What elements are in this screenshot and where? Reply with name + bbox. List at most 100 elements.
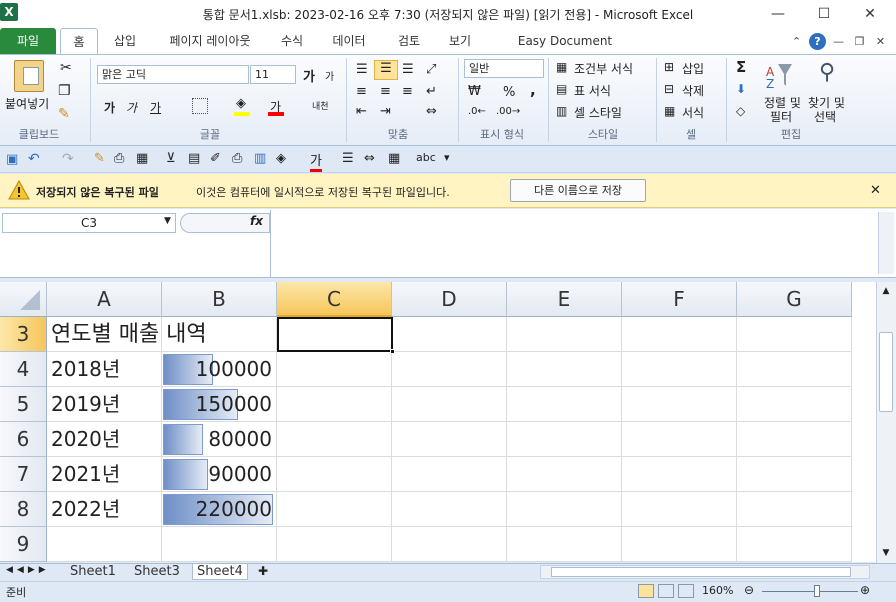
column-header-e[interactable]: E bbox=[507, 282, 622, 317]
merge-qat-icon[interactable]: ⇔ bbox=[364, 151, 375, 166]
cell-g7[interactable] bbox=[737, 457, 852, 492]
column-header-d[interactable]: D bbox=[392, 282, 507, 317]
column-header-g[interactable]: G bbox=[737, 282, 852, 317]
cell-d9[interactable] bbox=[392, 527, 507, 562]
filter-icon[interactable]: ⊻ bbox=[166, 151, 176, 166]
formula-bar-scroll[interactable] bbox=[878, 212, 894, 274]
scroll-up-icon[interactable]: ▲ bbox=[879, 286, 893, 296]
page-layout-view-icon[interactable] bbox=[658, 584, 674, 598]
sheet-tab-sheet4[interactable]: Sheet4 bbox=[192, 564, 248, 580]
cell-g8[interactable] bbox=[737, 492, 852, 527]
align-left-icon[interactable]: ≡ bbox=[356, 84, 367, 99]
doc-minimize-icon[interactable]: — bbox=[830, 33, 847, 50]
cell-f9[interactable] bbox=[622, 527, 737, 562]
insert-cells-button[interactable]: 삽입 bbox=[682, 60, 704, 77]
cell-a9[interactable] bbox=[47, 527, 162, 562]
fill-icon[interactable]: ⬇ bbox=[736, 82, 746, 96]
cell-e7[interactable] bbox=[507, 457, 622, 492]
zoom-slider-thumb[interactable] bbox=[814, 585, 820, 597]
shrink-font-button[interactable]: 가 bbox=[325, 68, 334, 83]
cell-b7[interactable]: 90000 bbox=[162, 457, 277, 492]
cell-c7[interactable] bbox=[277, 457, 392, 492]
tab-file[interactable]: 파일 bbox=[0, 28, 56, 54]
vertical-scrollbar[interactable]: ▲ ▼ bbox=[876, 282, 896, 563]
scroll-down-icon[interactable]: ▼ bbox=[879, 548, 893, 558]
form-icon[interactable]: ▤ bbox=[188, 151, 200, 166]
format-painter-icon[interactable]: ✎ bbox=[58, 106, 70, 122]
grow-font-button[interactable]: 가 bbox=[303, 66, 315, 85]
cell-e4[interactable] bbox=[507, 352, 622, 387]
delete-cells-icon[interactable]: ⊟ bbox=[664, 82, 674, 96]
save-icon[interactable]: ▣ bbox=[6, 152, 18, 167]
fill-color-qat-icon[interactable]: ◈ bbox=[276, 151, 286, 166]
format-as-table-button[interactable]: 표 서식 bbox=[574, 82, 611, 99]
increase-indent-icon[interactable]: ⇥ bbox=[380, 104, 391, 119]
close-button[interactable]: ✕ bbox=[848, 0, 892, 28]
cell-f5[interactable] bbox=[622, 387, 737, 422]
increase-decimal-icon[interactable]: .0← bbox=[468, 106, 486, 117]
active-cell-border[interactable] bbox=[277, 317, 393, 352]
collapse-ribbon-icon[interactable]: ⌃ bbox=[788, 33, 805, 50]
comma-button[interactable]: , bbox=[530, 81, 536, 99]
cell-g9[interactable] bbox=[737, 527, 852, 562]
conditional-format-icon[interactable]: ▦ bbox=[556, 60, 567, 74]
name-box[interactable]: C3 bbox=[2, 213, 176, 233]
format-painter-qat-icon[interactable]: ✎ bbox=[94, 151, 105, 166]
border-icon[interactable] bbox=[192, 98, 208, 114]
zoom-in-icon[interactable]: ⊕ bbox=[860, 583, 870, 597]
sheet-tab-sheet1[interactable]: Sheet1 bbox=[66, 564, 120, 580]
minimize-button[interactable]: — bbox=[756, 0, 800, 28]
paste-icon[interactable] bbox=[14, 60, 44, 92]
book-icon[interactable]: ▥ bbox=[254, 151, 266, 166]
cell-d5[interactable] bbox=[392, 387, 507, 422]
cell-f7[interactable] bbox=[622, 457, 737, 492]
horizontal-scroll-thumb[interactable] bbox=[551, 567, 851, 577]
cell-g3[interactable] bbox=[737, 317, 852, 352]
row-header-7[interactable]: 7 bbox=[0, 457, 47, 492]
phonetic-guide-button[interactable]: 내천 bbox=[312, 99, 329, 112]
cell-a7[interactable]: 2021년 bbox=[47, 457, 162, 492]
maximize-button[interactable]: ☐ bbox=[802, 0, 846, 28]
font-color-qat-icon[interactable]: 가 bbox=[310, 150, 322, 172]
column-header-a[interactable]: A bbox=[47, 282, 162, 317]
strikethrough-icon[interactable]: abc bbox=[416, 151, 436, 164]
message-close-icon[interactable]: ✕ bbox=[870, 183, 881, 198]
decrease-decimal-icon[interactable]: .00→ bbox=[496, 106, 520, 117]
row-header-5[interactable]: 5 bbox=[0, 387, 47, 422]
cell-b6[interactable]: 80000 bbox=[162, 422, 277, 457]
print-preview-icon[interactable]: ⎙ bbox=[114, 151, 124, 166]
column-header-c[interactable]: C bbox=[277, 282, 392, 317]
cell-e6[interactable] bbox=[507, 422, 622, 457]
tab-home[interactable]: 홈 bbox=[60, 28, 98, 54]
cell-d4[interactable] bbox=[392, 352, 507, 387]
sheet-tab-sheet3[interactable]: Sheet3 bbox=[130, 564, 184, 580]
cell-g6[interactable] bbox=[737, 422, 852, 457]
align-middle-icon[interactable]: ☰ bbox=[374, 60, 398, 80]
decrease-indent-icon[interactable]: ⇤ bbox=[356, 104, 367, 119]
merge-center-icon[interactable]: ⇔ bbox=[426, 104, 437, 119]
italic-button[interactable]: 가 bbox=[126, 99, 137, 116]
font-size-combo[interactable]: 11 bbox=[250, 65, 296, 84]
sheet-nav-icons[interactable]: ◀◀▶▶ bbox=[6, 565, 50, 575]
horizontal-scrollbar[interactable] bbox=[540, 565, 870, 579]
cell-d3[interactable] bbox=[392, 317, 507, 352]
align-top-icon[interactable]: ☰ bbox=[356, 62, 368, 77]
format-cells-icon[interactable]: ▦ bbox=[664, 104, 675, 118]
clear-icon[interactable]: ◇ bbox=[736, 104, 745, 118]
customize-qat-icon[interactable]: ▾ bbox=[444, 151, 450, 164]
zoom-level[interactable]: 160% bbox=[702, 584, 733, 597]
borders-qat-icon[interactable]: ▦ bbox=[388, 151, 400, 166]
cell-b9[interactable] bbox=[162, 527, 277, 562]
cell-f4[interactable] bbox=[622, 352, 737, 387]
row-header-9[interactable]: 9 bbox=[0, 527, 47, 562]
row-header-3[interactable]: 3 bbox=[0, 317, 47, 352]
doc-restore-icon[interactable]: ❐ bbox=[851, 33, 868, 50]
autosum-button[interactable]: Σ bbox=[736, 58, 746, 76]
row-header-6[interactable]: 6 bbox=[0, 422, 47, 457]
table-icon[interactable]: ▦ bbox=[136, 151, 148, 166]
cell-c6[interactable] bbox=[277, 422, 392, 457]
font-name-combo[interactable]: 맑은 고딕 bbox=[97, 65, 249, 84]
cell-b4[interactable]: 100000 bbox=[162, 352, 277, 387]
tab-data[interactable]: 데이터 bbox=[322, 28, 376, 54]
cell-a5[interactable]: 2019년 bbox=[47, 387, 162, 422]
